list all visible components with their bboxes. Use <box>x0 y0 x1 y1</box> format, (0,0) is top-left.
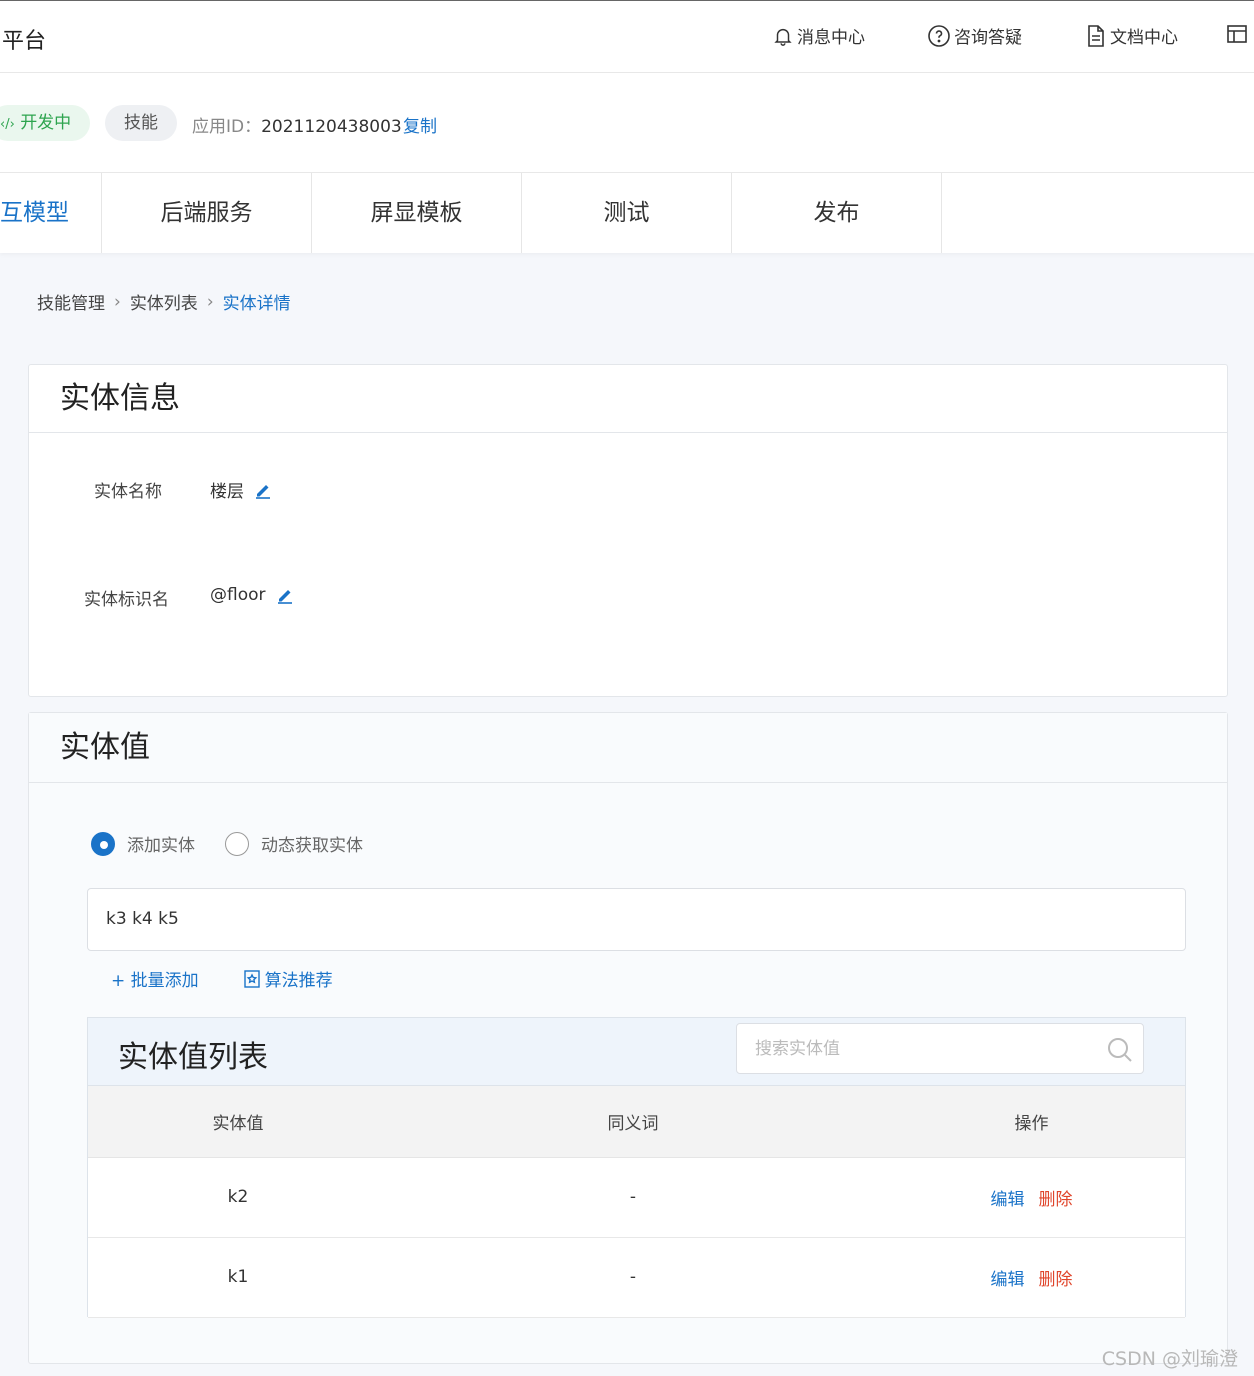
radio-label: 添加实体 <box>127 836 195 856</box>
nav-message-center[interactable]: 消息中心 <box>772 23 865 48</box>
entity-value-table: 实体值 同义词 操作 k2 - 编辑 删除 k1 - 编辑 删除 <box>88 1086 1185 1318</box>
delete-button[interactable]: 删除 <box>1039 1190 1073 1210</box>
radio-add-entity[interactable]: 添加实体 <box>91 831 195 856</box>
search-box <box>736 1023 1144 1074</box>
radio-unchecked-icon <box>225 831 249 856</box>
entity-actions: + 批量添加 算法推荐 <box>111 966 377 991</box>
chevron-right-icon: › <box>114 291 121 312</box>
nav-layout[interactable] <box>1226 23 1251 45</box>
tab-publish[interactable]: 发布 <box>732 173 942 253</box>
cell-synonym: - <box>388 1237 878 1318</box>
app-info-bar: ‹/› 开发中 技能 应用ID：2021120438003 复制 <box>0 73 1254 173</box>
entity-id-label: 实体标识名 <box>84 590 169 610</box>
copy-button[interactable]: 复制 <box>403 112 437 137</box>
entity-values-card: 实体值 添加实体 动态获取实体 k3 k4 k5 + 批量添加 算法推荐 实体值… <box>28 712 1228 1364</box>
cell-entity-value: k2 <box>88 1157 388 1238</box>
nav-label: 咨询答疑 <box>954 28 1022 48</box>
breadcrumb-skill-management[interactable]: 技能管理 <box>37 289 105 314</box>
edit-button[interactable]: 编辑 <box>991 1270 1025 1290</box>
cell-synonym: - <box>388 1157 878 1238</box>
entity-name-field: 楼层 <box>210 477 272 502</box>
card-title: 实体值 <box>29 713 1227 783</box>
status-label: 开发中 <box>20 113 72 133</box>
entity-source-radio-group: 添加实体 动态获取实体 <box>91 831 393 856</box>
table-row: k1 - 编辑 删除 <box>88 1237 1185 1318</box>
edit-pencil-icon[interactable] <box>276 586 294 604</box>
recommend-icon <box>243 969 260 988</box>
column-entity-value: 实体值 <box>88 1086 388 1158</box>
entity-name-label: 实体名称 <box>94 482 162 502</box>
batch-add-label: + 批量添加 <box>111 971 199 991</box>
radio-checked-icon <box>91 831 115 856</box>
app-id-value: 2021120438003 <box>261 117 402 137</box>
entity-value-list: 实体值列表 实体值 同义词 操作 k2 - 编辑删除 <box>87 1017 1186 1318</box>
entity-name-value: 楼层 <box>210 482 244 502</box>
cell-operation: 编辑 删除 <box>878 1237 1185 1318</box>
tab-test[interactable]: 测试 <box>522 173 732 253</box>
platform-title: 平台 <box>2 29 47 54</box>
edit-button[interactable]: 编辑 <box>991 1190 1025 1210</box>
document-icon <box>1088 24 1104 47</box>
nav-label: 文档中心 <box>1110 28 1178 48</box>
edit-pencil-icon[interactable] <box>254 481 272 499</box>
column-operation: 操作 <box>878 1086 1185 1158</box>
algorithm-recommend-label: 算法推荐 <box>264 971 333 991</box>
radio-label: 动态获取实体 <box>261 836 363 856</box>
status-badge: ‹/› 开发中 <box>0 105 90 141</box>
bell-icon <box>774 28 792 46</box>
type-badge: 技能 <box>105 105 177 141</box>
nav-docs[interactable]: 文档中心 <box>1085 23 1178 48</box>
search-icon[interactable] <box>1107 1037 1133 1063</box>
tab-screen-template[interactable]: 屏显模板 <box>312 173 522 253</box>
batch-add-button[interactable]: + 批量添加 <box>111 966 199 991</box>
cell-entity-value: k1 <box>88 1237 388 1318</box>
entity-id-field: @floor <box>210 585 294 605</box>
app-id: 应用ID：2021120438003 <box>192 112 402 137</box>
breadcrumb-entity-detail: 实体详情 <box>222 294 291 314</box>
column-synonym: 同义词 <box>388 1086 878 1158</box>
list-title: 实体值列表 <box>118 1040 268 1075</box>
tab-interaction-model[interactable]: 互模型 <box>0 173 102 253</box>
watermark: CSDN @刘瑜澄 <box>1101 1348 1238 1370</box>
nav-label: 消息中心 <box>797 28 865 48</box>
app-id-label: 应用ID： <box>192 117 262 137</box>
chevron-right-icon: › <box>206 291 214 312</box>
tab-backend-service[interactable]: 后端服务 <box>102 173 312 253</box>
table-row: k2 - 编辑 删除 <box>88 1157 1185 1238</box>
search-input[interactable] <box>737 1024 1077 1073</box>
code-icon: ‹/› <box>0 117 15 132</box>
top-bar: 平台 消息中心 咨询答疑 文档中心 <box>0 0 1254 73</box>
list-header: 实体值列表 <box>88 1018 1185 1086</box>
question-circle-icon <box>928 24 950 47</box>
breadcrumb: 技能管理 › 实体列表 › 实体详情 <box>37 289 291 315</box>
entity-value-input[interactable]: k3 k4 k5 <box>87 888 1186 951</box>
main-tabs: 互模型 后端服务 屏显模板 测试 发布 <box>0 173 1254 253</box>
algorithm-recommend-button[interactable]: 算法推荐 <box>243 966 333 991</box>
layout-icon <box>1227 25 1247 43</box>
radio-dynamic-entity[interactable]: 动态获取实体 <box>225 831 363 856</box>
delete-button[interactable]: 删除 <box>1039 1270 1073 1290</box>
table-header-row: 实体值 同义词 操作 <box>88 1086 1185 1158</box>
breadcrumb-entity-list[interactable]: 实体列表 <box>130 289 198 314</box>
entity-id-value: @floor <box>210 585 266 605</box>
entity-info-card: 实体信息 实体名称 楼层 实体标识名 @floor <box>28 364 1228 697</box>
card-title: 实体信息 <box>29 365 1227 433</box>
cell-operation: 编辑 删除 <box>878 1157 1185 1238</box>
nav-consult[interactable]: 咨询答疑 <box>927 23 1022 48</box>
